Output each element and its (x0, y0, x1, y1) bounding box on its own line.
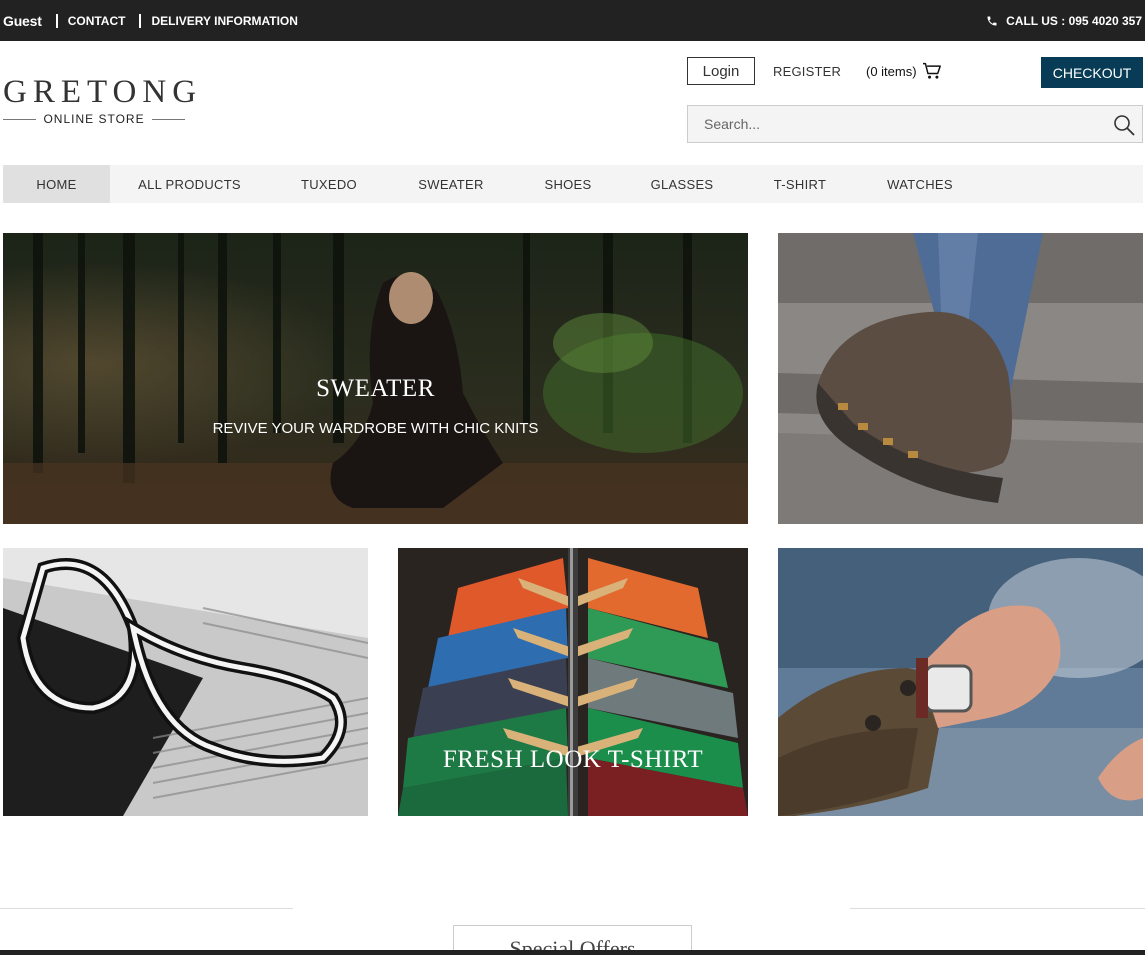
phone-icon (987, 16, 997, 25)
contact-link[interactable]: CONTACT (68, 14, 126, 28)
banner-shoes[interactable] (778, 233, 1143, 524)
tagline-rule (3, 118, 37, 120)
register-link[interactable]: REGISTER (773, 64, 841, 79)
tagline-rule (151, 118, 186, 120)
logo-name: GRETONG (3, 74, 203, 110)
nav-item-t-shirt[interactable]: T-SHIRT (759, 165, 841, 203)
banner-t-shirt[interactable]: FRESH LOOK T-SHIRT (398, 548, 748, 816)
bottom-bar (0, 950, 1145, 955)
banner-title: SWEATER (316, 375, 435, 402)
cart-icon (922, 62, 941, 79)
banner-title: FRESH LOOK T-SHIRT (442, 746, 704, 773)
nav-item-watches[interactable]: WATCHES (875, 165, 965, 203)
logo-tagline-row: ONLINE STORE (3, 112, 186, 126)
watch-photo (778, 548, 1143, 816)
banner-subtitle: REVIVE YOUR WARDROBE WITH CHIC KNITS (212, 420, 539, 437)
login-button[interactable]: Login (687, 57, 755, 85)
nav-item-home[interactable]: HOME (3, 165, 110, 203)
banner-sweater[interactable]: SWEATER REVIVE YOUR WARDROBE WITH CHIC K… (3, 233, 748, 524)
top-bar-left: Guest CONTACT DELIVERY INFORMATION (3, 0, 298, 41)
banner-watches[interactable] (778, 548, 1143, 816)
cart-link[interactable]: (0 items) (866, 62, 942, 80)
nav-item-shoes[interactable]: SHOES (531, 165, 605, 203)
phone-number: CALL US : 095 4020 357 (1006, 13, 1142, 28)
delivery-information-link[interactable]: DELIVERY INFORMATION (151, 14, 297, 28)
nav-item-glasses[interactable]: GLASSES (640, 165, 724, 203)
section-divider-right (850, 908, 1145, 909)
divider (55, 13, 58, 28)
store-logo[interactable]: GRETONG ONLINE STORE (3, 74, 203, 126)
nav-item-all-products[interactable]: ALL PRODUCTS (127, 165, 252, 203)
main-nav: HOME ALL PRODUCTS TUXEDO SWEATER SHOES G… (3, 165, 1143, 203)
glasses-photo (3, 548, 368, 816)
guest-label: Guest (3, 12, 42, 29)
shoes-photo (778, 233, 1143, 524)
nav-item-sweater[interactable]: SWEATER (406, 165, 496, 203)
nav-item-tuxedo[interactable]: TUXEDO (286, 165, 372, 203)
section-divider-left (0, 908, 293, 909)
t-shirt-photo (398, 548, 748, 816)
banner-glasses[interactable] (3, 548, 368, 816)
top-bar: Guest CONTACT DELIVERY INFORMATION CALL … (0, 0, 1145, 41)
search-box (687, 105, 1143, 143)
divider (139, 13, 142, 28)
search-input[interactable] (688, 106, 1098, 142)
logo-tagline: ONLINE STORE (43, 112, 145, 126)
top-bar-right: CALL US : 095 4020 357 (986, 0, 1142, 41)
search-icon[interactable] (1112, 113, 1136, 137)
cart-count: (0 items) (866, 63, 917, 79)
checkout-button[interactable]: CHECKOUT (1041, 57, 1143, 88)
